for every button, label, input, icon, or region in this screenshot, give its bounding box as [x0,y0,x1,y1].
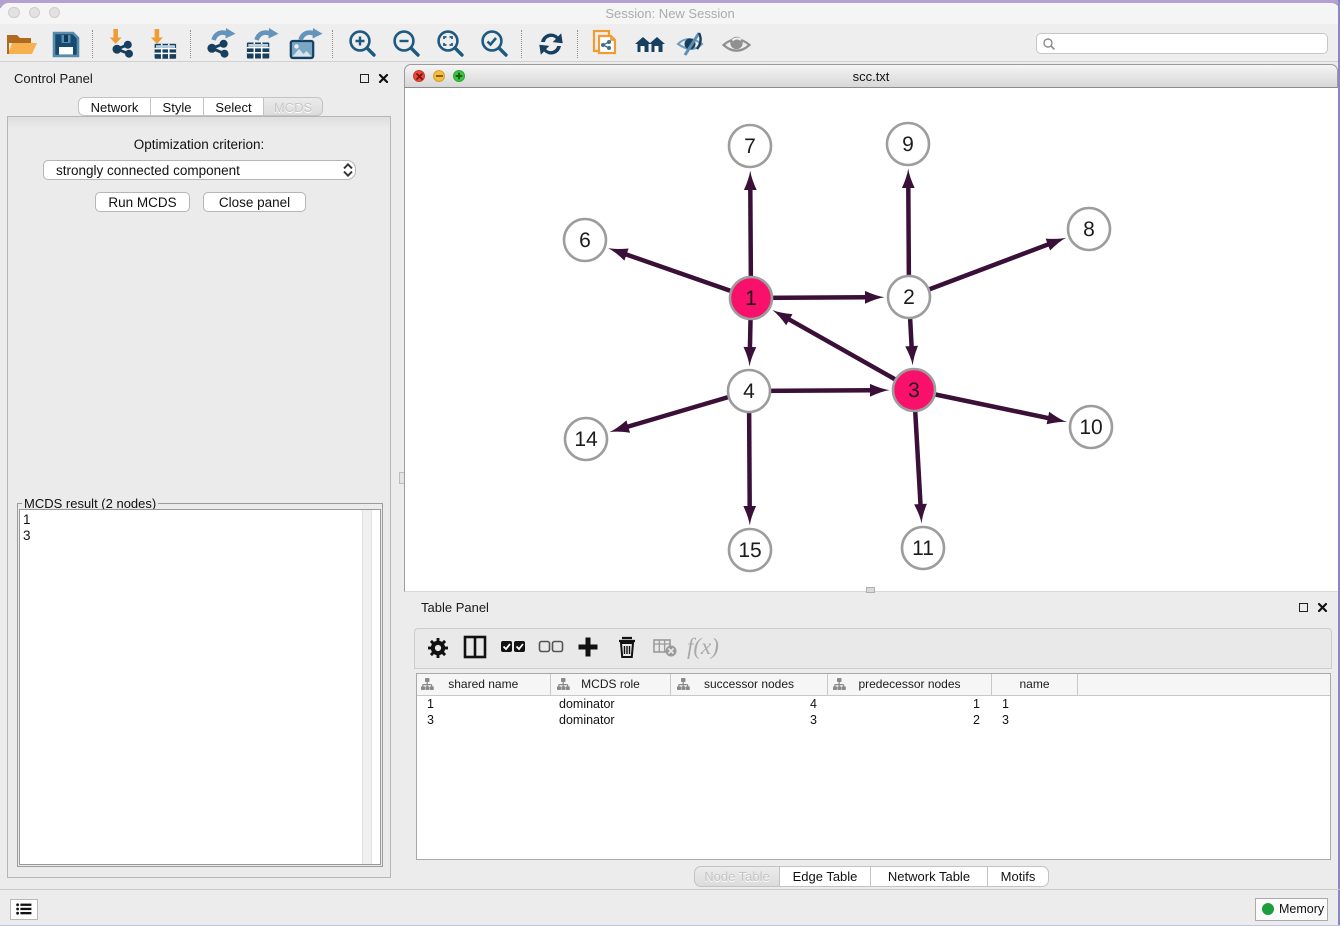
svg-text:2: 2 [903,286,915,309]
svg-text:4: 4 [743,380,755,403]
svg-text:7: 7 [744,135,756,158]
svg-text:14: 14 [574,428,598,451]
svg-text:10: 10 [1079,416,1102,439]
svg-text:15: 15 [738,539,761,562]
svg-text:6: 6 [579,229,591,252]
svg-text:8: 8 [1083,218,1095,241]
svg-text:9: 9 [902,133,914,156]
svg-text:1: 1 [745,287,757,310]
svg-text:11: 11 [912,537,934,560]
svg-text:3: 3 [908,379,920,402]
